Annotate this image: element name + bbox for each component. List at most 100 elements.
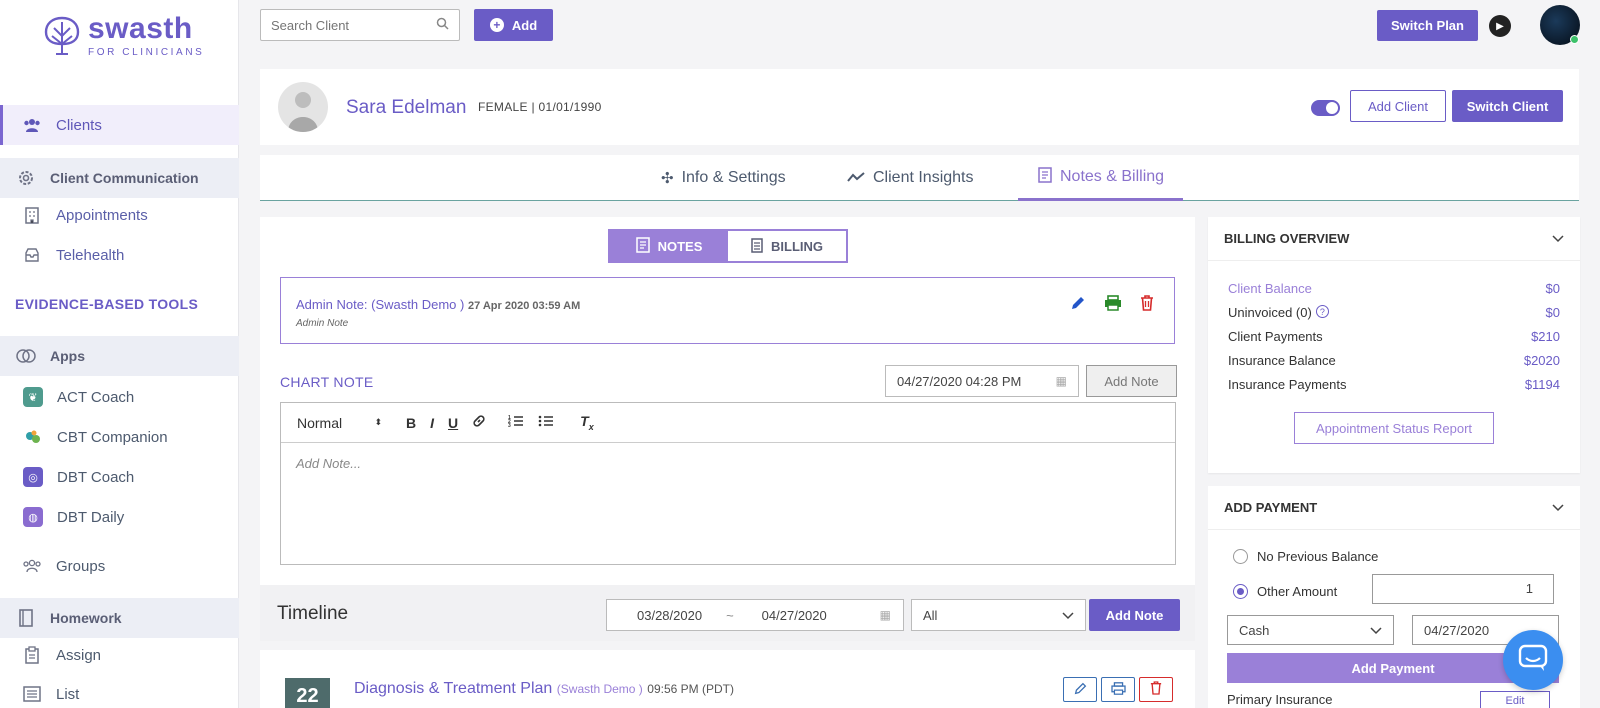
billing-row-label: Insurance Balance: [1228, 353, 1336, 368]
sidebar-item-groups[interactable]: Groups: [0, 546, 239, 586]
timeline-title: Timeline: [277, 603, 349, 624]
editor-toolbar: Normal ⬍ B I U 123 Tx: [281, 403, 1175, 443]
tab-client-insights[interactable]: Client Insights: [847, 155, 974, 201]
notes-billing-switch: NOTES BILLING: [608, 229, 848, 263]
chart-note-datetime-input[interactable]: 04/27/2020 04:28 PM ▦: [885, 365, 1079, 397]
notes-toggle-button[interactable]: NOTES: [610, 231, 728, 261]
clipboard-icon: [22, 645, 42, 665]
add-payment-header[interactable]: ADD PAYMENT: [1208, 486, 1580, 530]
client-toggle[interactable]: [1311, 100, 1340, 116]
search-client-box[interactable]: [260, 9, 460, 41]
add-client-button[interactable]: Add Client: [1350, 90, 1446, 122]
act-coach-app-icon: ❦: [23, 387, 43, 407]
timeline-entry-title[interactable]: Diagnosis & Treatment Plan: [354, 680, 552, 697]
amount-input[interactable]: 1: [1372, 574, 1554, 604]
add-note-button-disabled[interactable]: Add Note: [1086, 365, 1177, 397]
sidebar-item-clients[interactable]: Clients: [0, 105, 239, 145]
payment-method-select[interactable]: Cash: [1227, 615, 1394, 645]
timeline-print-button[interactable]: [1101, 677, 1135, 702]
billing-row-label: Insurance Payments: [1228, 377, 1347, 392]
payment-method-value: Cash: [1239, 622, 1270, 638]
timeline-edit-button[interactable]: [1063, 677, 1097, 702]
sidebar-section-homework[interactable]: Homework: [0, 598, 239, 638]
sidebar-item-label: Assign: [56, 646, 102, 664]
sidebar-item-appointments[interactable]: Appointments: [0, 195, 239, 235]
tab-notes-billing[interactable]: Notes & Billing: [1018, 155, 1183, 201]
appointment-status-report-button[interactable]: Appointment Status Report: [1294, 412, 1494, 444]
evidence-based-tools-heading: EVIDENCE-BASED TOOLS: [15, 296, 199, 312]
billing-toggle-button[interactable]: BILLING: [728, 231, 846, 261]
printer-icon[interactable]: [1104, 295, 1122, 316]
chat-support-button[interactable]: [1503, 630, 1563, 690]
link-icon[interactable]: [472, 414, 486, 431]
sidebar-item-list[interactable]: List: [0, 674, 239, 708]
clear-format-icon[interactable]: Tx: [580, 413, 594, 432]
switch-plan-button[interactable]: Switch Plan: [1377, 10, 1478, 41]
sidebar-item-label: Clients: [56, 116, 102, 134]
trash-icon[interactable]: [1140, 295, 1154, 316]
timeline-date-range[interactable]: 03/28/2020 ~ 04/27/2020 ▦: [606, 599, 904, 631]
ordered-list-icon[interactable]: 123: [508, 414, 524, 431]
italic-icon[interactable]: I: [430, 415, 434, 431]
search-input[interactable]: [271, 17, 421, 33]
sidebar-item-dbt-coach[interactable]: ◎ DBT Coach: [0, 457, 239, 497]
sidebar-item-assign[interactable]: Assign: [0, 635, 239, 675]
sidebar-section-apps[interactable]: Apps: [0, 336, 239, 376]
apps-icon: [16, 346, 36, 366]
tab-info-settings[interactable]: ✣ Info & Settings: [661, 155, 786, 201]
billing-overview-header[interactable]: BILLING OVERVIEW: [1208, 217, 1580, 261]
sidebar-section-client-communication[interactable]: Client Communication: [0, 158, 239, 198]
client-avatar: [278, 82, 328, 132]
timeline-entry: 22 Diagnosis & Treatment Plan (Swasth De…: [260, 650, 1195, 708]
help-circle-icon[interactable]: ?: [1315, 305, 1329, 318]
clipboard-icon: [751, 237, 763, 256]
sidebar-item-dbt-daily[interactable]: ◍ DBT Daily: [0, 497, 239, 537]
timeline-entry-author: (Swasth Demo ): [556, 682, 643, 696]
range-end: 04/27/2020: [761, 607, 827, 623]
bullet-list-icon[interactable]: [538, 414, 554, 431]
calendar-icon: ▦: [879, 608, 891, 622]
no-previous-balance-option[interactable]: No Previous Balance: [1233, 549, 1378, 564]
play-icon[interactable]: ▶: [1489, 15, 1511, 37]
chevron-down-icon[interactable]: [1552, 231, 1564, 246]
billing-row-value: $1194: [1524, 377, 1560, 392]
sidebar-item-act-coach[interactable]: ❦ ACT Coach: [0, 377, 239, 417]
chevron-down-icon[interactable]: [1552, 500, 1564, 515]
timeline-delete-button[interactable]: [1139, 677, 1173, 702]
pencil-icon[interactable]: [1070, 295, 1086, 316]
client-gender-dob: FEMALE | 01/01/1990: [478, 100, 602, 114]
format-select[interactable]: Normal ⬍: [297, 415, 392, 431]
sidebar-item-cbt-companion[interactable]: CBT Companion: [0, 417, 239, 457]
switch-client-button[interactable]: Switch Client: [1452, 90, 1563, 122]
sort-arrows-icon: ⬍: [374, 417, 382, 427]
other-amount-label: Other Amount: [1257, 584, 1338, 599]
add-payment-title: ADD PAYMENT: [1224, 500, 1318, 515]
sidebar-item-label: Telehealth: [56, 246, 125, 264]
chart-note-editor[interactable]: Normal ⬍ B I U 123 Tx Add Note...: [280, 402, 1176, 565]
radio-button[interactable]: [1233, 549, 1248, 564]
sidebar-item-telehealth[interactable]: Telehealth: [0, 235, 239, 275]
timeline-add-note-button[interactable]: Add Note: [1089, 599, 1180, 631]
timeline-filter-select[interactable]: All: [911, 599, 1086, 631]
edit-insurance-button[interactable]: Edit: [1480, 691, 1550, 708]
search-icon[interactable]: [436, 17, 449, 33]
bold-icon[interactable]: B: [406, 415, 416, 431]
billing-row: Client Balance $0: [1228, 281, 1560, 296]
editor-placeholder[interactable]: Add Note...: [281, 443, 1175, 484]
add-button[interactable]: + Add: [474, 9, 553, 41]
sidebar-item-label: List: [56, 685, 80, 703]
other-amount-option[interactable]: Other Amount: [1233, 584, 1337, 599]
radio-button-selected[interactable]: [1233, 584, 1248, 599]
billing-row-value: $2020: [1523, 353, 1560, 368]
brand-logo[interactable]: swasth FOR CLINICIANS: [42, 13, 204, 58]
fingerprint-icon: ◍: [23, 507, 43, 527]
sidebar-item-label: Appointments: [56, 206, 148, 224]
svg-text:3: 3: [508, 423, 511, 428]
billing-row-label[interactable]: Client Balance: [1228, 281, 1312, 296]
no-previous-balance-label: No Previous Balance: [1257, 549, 1379, 564]
timeline-filter-value: All: [923, 607, 938, 623]
sidebar-item-label: CBT Companion: [57, 428, 168, 446]
billing-toggle-label: BILLING: [771, 238, 823, 254]
underline-icon[interactable]: U: [448, 415, 458, 431]
admin-note-card: Admin Note: (Swasth Demo ) 27 Apr 2020 0…: [280, 277, 1175, 344]
